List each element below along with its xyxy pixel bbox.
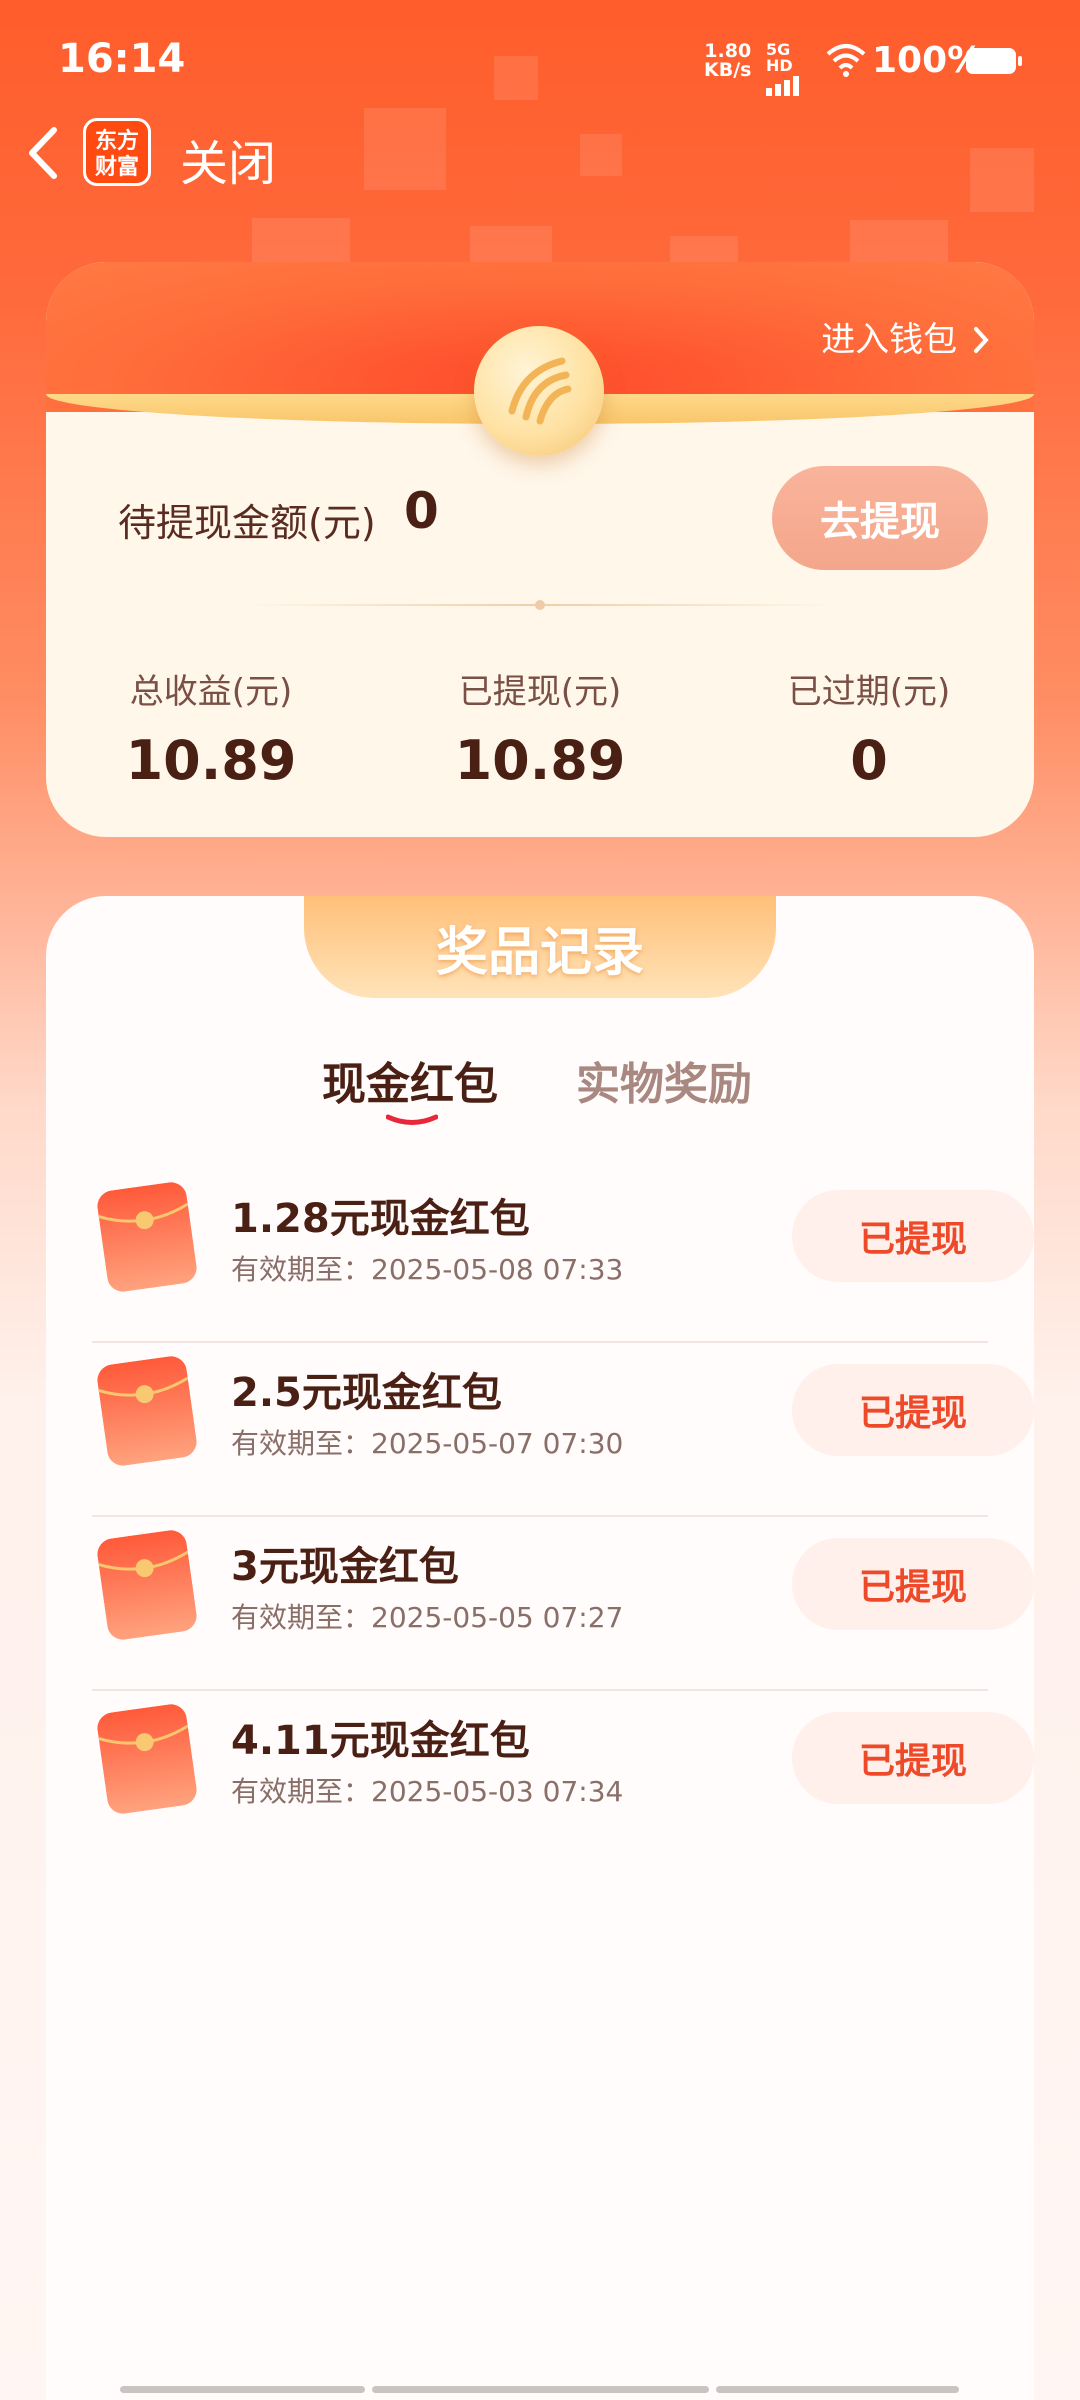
prize-title: 3元现金红包: [231, 1544, 459, 1590]
status-time: 16:14: [58, 36, 186, 82]
red-packet-icon: [97, 1530, 197, 1640]
gesture-bar-segment: [372, 2386, 709, 2393]
bg-decoration: [364, 108, 446, 190]
prize-expiry: 有效期至：2025-05-07 07:30: [231, 1422, 623, 1462]
prize-records-panel: 奖品记录 现金红包 实物奖励 1.28元现金红包 有效期至：2025-05-08…: [46, 896, 1034, 2400]
stat-value: 10.89: [454, 729, 626, 792]
expiry-date: 2025-05-03 07:34: [371, 1775, 624, 1808]
prize-expiry: 有效期至：2025-05-03 07:34: [231, 1770, 623, 1810]
bg-decoration: [252, 218, 350, 268]
expiry-label: 有效期至：: [231, 1601, 372, 1634]
expiry-label: 有效期至：: [231, 1253, 372, 1286]
prize-title: 1.28元现金红包: [231, 1196, 530, 1242]
gesture-bar-segment: [716, 2386, 959, 2393]
withdrawn-status-button[interactable]: 已提现: [792, 1364, 1034, 1456]
enter-wallet-label: 进入钱包: [821, 320, 958, 360]
list-item: 2.5元现金红包 有效期至：2025-05-07 07:30 已提现: [92, 1342, 1034, 1517]
network-speed: 1.80 KB/s: [704, 42, 751, 80]
status-bar: 16:14 1.80 KB/s 5G HD 100%: [0, 0, 1080, 120]
stat-value: 0: [850, 729, 888, 792]
back-button[interactable]: [22, 118, 72, 188]
stat-label: 已提现(元): [458, 672, 622, 712]
list-item: 4.11元现金红包 有效期至：2025-05-03 07:34 已提现: [92, 1690, 1034, 1863]
prize-title: 2.5元现金红包: [231, 1370, 502, 1416]
prize-title: 4.11元现金红包: [231, 1718, 530, 1764]
expiry-label: 有效期至：: [231, 1775, 372, 1808]
list-item: 3元现金红包 有效期至：2025-05-05 07:27 已提现: [92, 1516, 1034, 1691]
close-button[interactable]: 关闭: [180, 124, 276, 194]
signal-icon: 5G HD: [766, 40, 816, 96]
bg-decoration: [970, 148, 1034, 212]
wifi-icon: [826, 42, 866, 82]
withdrawn-status-button[interactable]: 已提现: [792, 1190, 1034, 1282]
bg-decoration: [850, 220, 948, 268]
logo-text-line1: 东方: [94, 129, 139, 154]
stat-total-earnings: 总收益(元) 10.89: [46, 664, 376, 792]
chevron-left-icon: [29, 127, 57, 179]
active-tab-indicator: [386, 1114, 438, 1125]
divider-dot: [535, 600, 545, 610]
gesture-bar-segment: [120, 2386, 365, 2393]
battery-icon: [966, 48, 1022, 74]
stat-withdrawn: 已提现(元) 10.89: [375, 664, 705, 792]
stat-label: 已过期(元): [787, 672, 951, 712]
coin-icon: [474, 326, 604, 456]
prize-expiry: 有效期至：2025-05-08 07:33: [231, 1248, 623, 1288]
stat-expired: 已过期(元) 0: [704, 664, 1034, 792]
tab-cash-red-packet[interactable]: 现金红包: [322, 1048, 498, 1112]
expiry-label: 有效期至：: [231, 1427, 372, 1460]
network-speed-unit: KB/s: [704, 59, 752, 81]
stat-label: 总收益(元): [129, 672, 293, 712]
stat-value: 10.89: [125, 729, 297, 792]
expiry-date: 2025-05-07 07:30: [371, 1427, 624, 1460]
tab-physical-rewards[interactable]: 实物奖励: [576, 1048, 752, 1112]
app-logo: 东方 财富: [83, 118, 151, 186]
withdrawn-status-button[interactable]: 已提现: [792, 1538, 1034, 1630]
bg-decoration: [470, 226, 552, 266]
chevron-right-icon: [974, 327, 989, 353]
prize-tabs: 现金红包 实物奖励: [46, 1048, 1034, 1118]
withdraw-button[interactable]: 去提现: [772, 466, 988, 570]
red-packet-icon: [97, 1704, 197, 1814]
red-packet-icon: [97, 1182, 197, 1292]
prize-expiry: 有效期至：2025-05-05 07:27: [231, 1596, 623, 1636]
expiry-date: 2025-05-08 07:33: [371, 1253, 624, 1286]
red-packet-icon: [97, 1356, 197, 1466]
bg-decoration: [580, 134, 622, 176]
wallet-card: 进入钱包 待提现金额(元) 0 去提现 总收益(元) 10.89 已提现(元) …: [46, 262, 1034, 837]
list-item: 1.28元现金红包 有效期至：2025-05-08 07:33 已提现: [92, 1168, 1034, 1343]
prize-records-title: 奖品记录: [304, 896, 776, 998]
pending-amount-value: 0: [404, 482, 439, 540]
network-type: 5G HD: [766, 40, 793, 75]
logo-text-line2: 财富: [94, 155, 139, 180]
enter-wallet-link[interactable]: 进入钱包: [821, 312, 990, 361]
pending-amount-label: 待提现金额(元): [118, 501, 376, 545]
withdrawn-status-button[interactable]: 已提现: [792, 1712, 1034, 1804]
expiry-date: 2025-05-05 07:27: [371, 1601, 624, 1634]
